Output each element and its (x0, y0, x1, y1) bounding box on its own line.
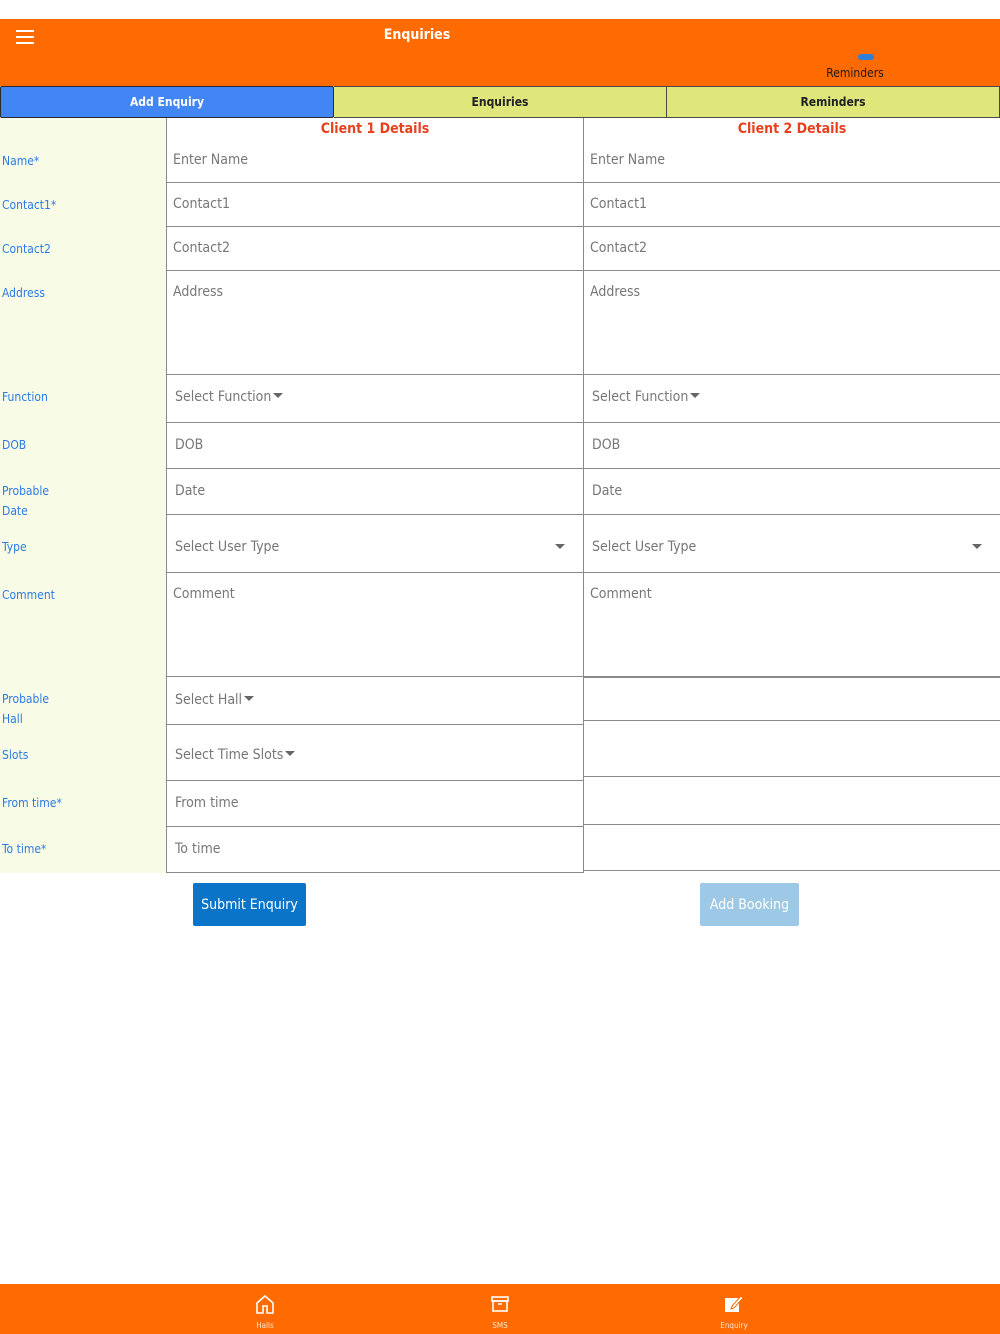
client2-heading: Client 2 Details (737, 121, 847, 137)
chevron-down-icon (972, 544, 982, 549)
nav-halls[interactable]: Halls (225, 1284, 305, 1334)
client2-type-value: Select User Type (592, 539, 697, 555)
edit-icon (725, 1295, 744, 1312)
client2-address-placeholder: Address (590, 284, 641, 300)
client1-to-time-placeholder: To time (175, 841, 221, 857)
chevron-down-icon (244, 695, 255, 701)
client1-heading: Client 1 Details (320, 121, 430, 137)
add-booking-button[interactable]: Add Booking (700, 883, 799, 926)
nav-sms-label: SMS (492, 1321, 508, 1330)
client2-contact1-input[interactable]: Contact1 (584, 183, 1000, 227)
name-label: Name* (2, 154, 40, 168)
client1-comment-input[interactable]: Comment (167, 573, 583, 677)
nav-halls-label: Halls (256, 1321, 274, 1330)
client1-from-time-input[interactable]: From time (167, 781, 583, 827)
client1-from-time-placeholder: From time (175, 795, 239, 811)
client2-date-input[interactable]: Date (584, 469, 1000, 515)
app-header: Enquiries Reminders (0, 19, 1000, 86)
client1-function-select[interactable]: Select Function (167, 375, 583, 423)
client1-hall-value: Select Hall (175, 692, 243, 708)
client1-name-placeholder: Enter Name (173, 152, 248, 168)
probable-date-label-2: Date (2, 504, 28, 518)
contact1-label: Contact1* (2, 198, 57, 212)
chevron-down-icon (285, 750, 296, 756)
address-label: Address (2, 286, 45, 300)
client1-date-placeholder: Date (175, 483, 206, 499)
chevron-down-icon (273, 392, 284, 398)
client2-name-input[interactable]: Enter Name (584, 140, 1000, 183)
client2-empty-row (584, 777, 1000, 825)
client1-column: Client 1 Details Enter Name Contact1 Con… (166, 118, 583, 873)
dob-label: DOB (2, 438, 27, 452)
page-title: Enquiries (383, 27, 451, 43)
probable-date-label: Probable (2, 484, 50, 498)
from-time-label: From time* (2, 796, 62, 810)
client1-dob-placeholder: DOB (175, 437, 204, 453)
client2-column: Client 2 Details Enter Name Contact1 Con… (583, 118, 1000, 873)
chevron-down-icon (555, 544, 565, 549)
client2-function-select[interactable]: Select Function (584, 375, 1000, 423)
tab-add-enquiry[interactable]: Add Enquiry (0, 86, 334, 118)
client2-contact2-placeholder: Contact2 (590, 240, 648, 256)
bottom-nav: Halls SMS Enquiry (0, 1284, 1000, 1334)
client1-type-select[interactable]: Select User Type (167, 515, 583, 573)
probable-hall-label: Probable (2, 692, 50, 706)
client1-address-input[interactable]: Address (167, 271, 583, 375)
client1-type-value: Select User Type (175, 539, 280, 555)
home-icon (256, 1294, 274, 1314)
tab-bar: Add Enquiry Enquiries Reminders (0, 86, 1000, 118)
contact2-label: Contact2 (2, 242, 51, 256)
client1-contact2-input[interactable]: Contact2 (167, 227, 583, 271)
client1-hall-select[interactable]: Select Hall (167, 677, 583, 725)
slots-label: Slots (2, 748, 29, 762)
probable-hall-label-2: Hall (2, 712, 23, 726)
client1-contact1-input[interactable]: Contact1 (167, 183, 583, 227)
client2-comment-placeholder: Comment (590, 586, 652, 602)
client1-comment-placeholder: Comment (173, 586, 235, 602)
client2-comment-input[interactable]: Comment (584, 573, 1000, 677)
type-label: Type (2, 540, 27, 554)
client2-type-select[interactable]: Select User Type (584, 515, 1000, 573)
chevron-down-icon (690, 392, 701, 398)
tab-enquiries[interactable]: Enquiries (334, 86, 667, 118)
client1-contact2-placeholder: Contact2 (173, 240, 231, 256)
nav-enquiry-label: Enquiry (720, 1321, 748, 1330)
client2-dob-input[interactable]: DOB (584, 423, 1000, 469)
nav-enquiry[interactable]: Enquiry (694, 1284, 774, 1334)
enquiry-form: Name* Contact1* Contact2 Address Functio… (0, 118, 1000, 873)
client1-dob-input[interactable]: DOB (167, 423, 583, 469)
client2-empty-row (584, 825, 1000, 871)
tab-reminders[interactable]: Reminders (667, 86, 1000, 118)
client2-function-value: Select Function (592, 389, 689, 405)
client1-slots-select[interactable]: Select Time Slots (167, 725, 583, 781)
client1-to-time-input[interactable]: To time (167, 827, 583, 873)
reminders-link[interactable]: Reminders (820, 66, 890, 80)
client1-date-input[interactable]: Date (167, 469, 583, 515)
client2-contact1-placeholder: Contact1 (590, 196, 648, 212)
client2-date-placeholder: Date (592, 483, 623, 499)
function-label: Function (2, 390, 48, 404)
client2-dob-placeholder: DOB (592, 437, 621, 453)
client2-address-input[interactable]: Address (584, 271, 1000, 375)
to-time-label: To time* (2, 842, 47, 856)
client1-address-placeholder: Address (173, 284, 224, 300)
client2-name-placeholder: Enter Name (590, 152, 665, 168)
reminders-badge[interactable] (858, 54, 874, 60)
archive-icon (491, 1296, 509, 1312)
submit-enquiry-button[interactable]: Submit Enquiry (193, 883, 306, 926)
client1-name-input[interactable]: Enter Name (167, 140, 583, 183)
client1-function-value: Select Function (175, 389, 272, 405)
client1-contact1-placeholder: Contact1 (173, 196, 231, 212)
client2-contact2-input[interactable]: Contact2 (584, 227, 1000, 271)
client1-slots-value: Select Time Slots (175, 747, 284, 763)
client2-empty-row (584, 677, 1000, 721)
labels-column: Name* Contact1* Contact2 Address Functio… (0, 118, 166, 873)
client2-empty-row (584, 721, 1000, 777)
nav-sms[interactable]: SMS (460, 1284, 540, 1334)
comment-label: Comment (2, 588, 55, 602)
